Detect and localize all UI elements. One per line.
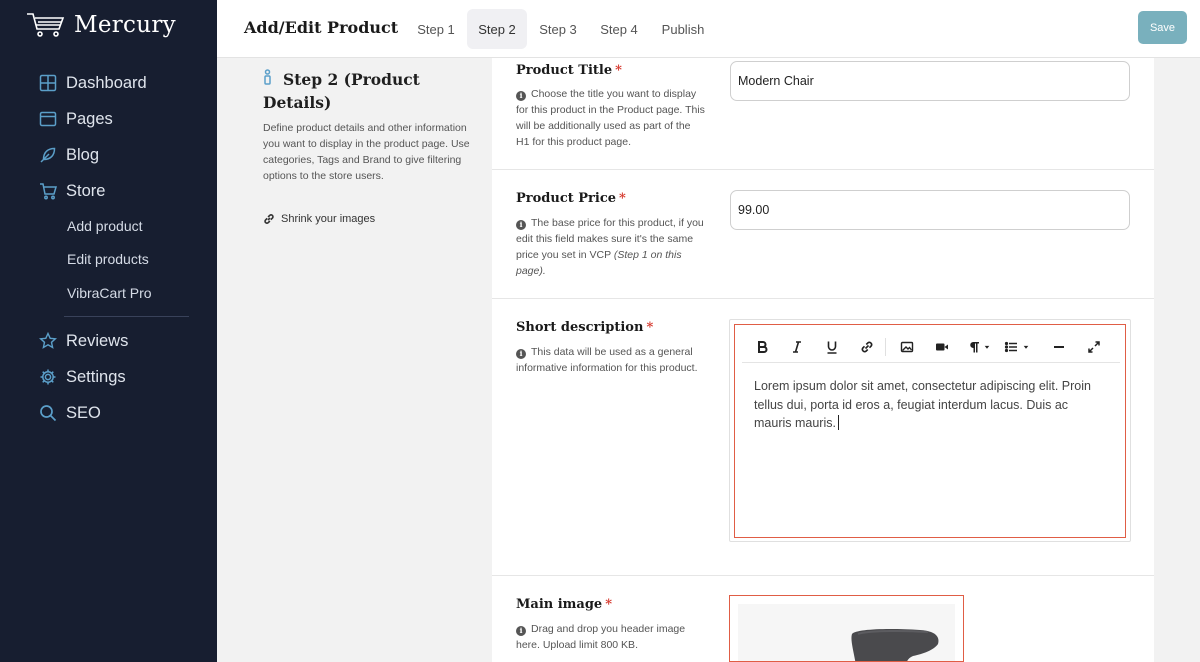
- info-icon: i: [516, 91, 526, 101]
- short-description-editor-wrapper: Lorem ipsum dolor sit amet, consectetur …: [729, 319, 1131, 542]
- image-button[interactable]: [892, 332, 922, 362]
- tab-step-1[interactable]: Step 1: [410, 9, 462, 49]
- chevron-down-icon: [1023, 345, 1029, 349]
- sidebar-item-label: Store: [66, 181, 106, 200]
- sidebar-subitem-add-product[interactable]: Add product: [67, 218, 143, 234]
- sidebar-subitem-vibracart-pro[interactable]: VibraCart Pro: [67, 285, 152, 301]
- horizontal-rule-icon: [1054, 346, 1064, 348]
- sidebar-item-store[interactable]: Store: [38, 181, 105, 201]
- italic-button[interactable]: [782, 332, 812, 362]
- sidebar-item-label: Settings: [66, 367, 126, 386]
- bold-icon: [758, 341, 768, 353]
- brand-name: Mercury: [74, 12, 176, 38]
- star-icon: [38, 331, 58, 351]
- pages-icon: [38, 109, 58, 129]
- paragraph-dropdown[interactable]: [962, 332, 996, 362]
- tab-step-2[interactable]: Step 2: [467, 9, 527, 49]
- product-price-label: Product Price *: [516, 191, 626, 206]
- product-title-section: Product Title * i Choose the title you wan…: [492, 58, 1154, 170]
- page-title: Add/Edit Product: [244, 18, 399, 37]
- tab-step-4[interactable]: Step 4: [592, 9, 646, 49]
- short-description-editor[interactable]: Lorem ipsum dolor sit amet, consectetur …: [734, 324, 1126, 538]
- sidebar-item-label: Blog: [66, 145, 100, 164]
- required-mark: *: [646, 320, 654, 335]
- required-mark: *: [605, 597, 613, 612]
- sidebar-item-pages[interactable]: Pages: [38, 109, 113, 129]
- required-mark: *: [619, 191, 626, 206]
- sidebar-item-blog[interactable]: Blog: [38, 145, 99, 165]
- tab-step-3[interactable]: Step 3: [531, 9, 585, 49]
- product-title-label: Product Title *: [516, 63, 622, 78]
- top-bar: Add/Edit Product Step 1 Step 2 Step 3 St…: [217, 0, 1200, 58]
- sidebar-item-settings[interactable]: Settings: [38, 367, 126, 387]
- cart-logo-icon: [27, 13, 65, 37]
- toolbar-separator: [885, 338, 886, 356]
- main-image-label: Main image *: [516, 597, 613, 612]
- brand[interactable]: Mercury: [26, 11, 176, 39]
- product-price-input[interactable]: [730, 190, 1130, 230]
- sidebar-item-dashboard[interactable]: Dashboard: [38, 73, 147, 93]
- short-description-help: i This data will be used as a general inf…: [516, 346, 698, 374]
- feather-icon: [38, 145, 58, 165]
- video-icon: [936, 343, 948, 351]
- link-icon: [861, 341, 873, 353]
- sidebar-subitem-edit-products[interactable]: Edit products: [67, 251, 149, 267]
- sidebar-item-label: Dashboard: [66, 73, 147, 92]
- fullscreen-button[interactable]: [1079, 332, 1109, 362]
- italic-icon: [793, 341, 801, 353]
- required-mark: *: [615, 63, 622, 78]
- sidebar-divider: [64, 316, 189, 317]
- sidebar-item-label: Reviews: [66, 331, 129, 350]
- product-image-preview: [738, 604, 955, 661]
- paragraph-icon: [970, 342, 979, 353]
- list-icon: [1004, 341, 1017, 353]
- main-image-help: i Drag and drop you header image here. Up…: [516, 623, 686, 651]
- info-icon: i: [516, 349, 526, 359]
- list-dropdown[interactable]: [1000, 332, 1034, 362]
- chevron-down-icon: [984, 345, 990, 349]
- underline-icon: [827, 341, 837, 354]
- sidebar-item-label: Pages: [66, 109, 113, 128]
- sidebar-item-reviews[interactable]: Reviews: [38, 331, 128, 351]
- shrink-images-label: Shrink your images: [281, 213, 376, 225]
- cart-icon: [38, 181, 58, 201]
- product-price-section: Product Price * i The base price for this …: [492, 170, 1154, 299]
- shrink-images-link[interactable]: Shrink your images: [263, 213, 375, 225]
- sidebar-item-label: SEO: [66, 403, 101, 422]
- bold-button[interactable]: [747, 332, 777, 362]
- tab-publish[interactable]: Publish: [654, 9, 712, 49]
- step-heading: Step 2 (Product Details): [263, 68, 478, 114]
- video-button[interactable]: [927, 332, 957, 362]
- editor-content[interactable]: Lorem ipsum dolor sit amet, consectetur …: [754, 377, 1106, 433]
- horizontal-rule-button[interactable]: [1044, 332, 1074, 362]
- editor-toolbar: [742, 332, 1120, 363]
- save-button[interactable]: Save: [1138, 11, 1187, 44]
- search-icon: [38, 403, 58, 423]
- info-icon: i: [516, 220, 526, 230]
- chair-image: [851, 629, 939, 661]
- info-icon: i: [516, 626, 526, 636]
- step-heading-text: Step 2 (Product Details): [263, 70, 420, 112]
- fullscreen-icon: [1088, 341, 1100, 353]
- gear-icon: [38, 367, 58, 387]
- sidebar-item-seo[interactable]: SEO: [38, 403, 101, 423]
- underline-button[interactable]: [817, 332, 847, 362]
- dashboard-icon: [38, 73, 58, 93]
- link-icon: [264, 214, 274, 224]
- product-price-help: i The base price for this product, if you…: [516, 217, 704, 277]
- text-caret: [837, 415, 839, 430]
- product-title-help: i Choose the title you want to display fo…: [516, 88, 705, 148]
- image-icon: [900, 341, 914, 353]
- product-details-card: Product Title * i Choose the title you wan…: [492, 58, 1154, 662]
- info-pin-icon: [263, 68, 273, 91]
- sidebar: Mercury Dashboard Pages Blog Store Add p…: [0, 0, 217, 662]
- product-title-input[interactable]: [730, 61, 1130, 101]
- link-button[interactable]: [852, 332, 882, 362]
- step-description: Define product details and other informa…: [263, 122, 470, 182]
- short-description-label: Short description *: [516, 320, 654, 335]
- main-image-dropzone[interactable]: [729, 595, 964, 662]
